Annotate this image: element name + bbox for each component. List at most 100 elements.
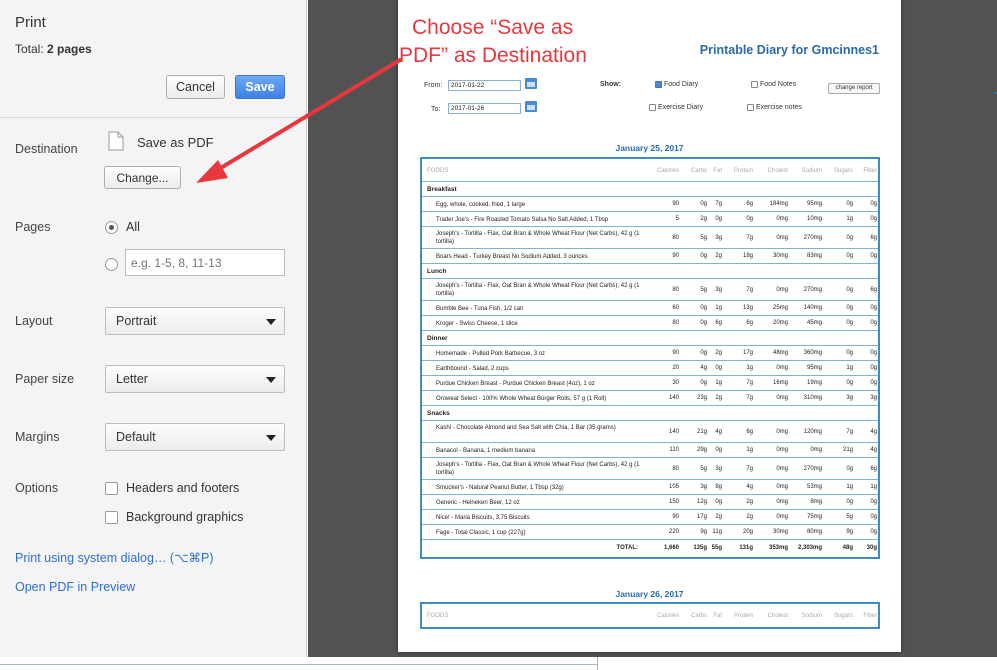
change-report-button[interactable]: change report — [828, 83, 880, 94]
system-dialog-link[interactable]: Print using system dialog… (⌥⌘P) — [15, 550, 214, 565]
nutrient-value: 9g — [700, 529, 707, 535]
pages-all-label: All — [126, 220, 140, 234]
day-heading: January 26, 2017 — [615, 589, 684, 599]
paper-size-label: Paper size — [15, 372, 75, 386]
paper-size-select[interactable]: Letter — [105, 365, 285, 393]
meal-name: Dinner — [427, 335, 448, 342]
nutrient-value: 4g — [715, 429, 722, 435]
nutrient-value: 1g — [715, 380, 722, 386]
pages-label: Pages — [15, 220, 51, 234]
food-diary-label: Food Diary — [664, 81, 699, 88]
column-header: Fat — [713, 613, 722, 619]
pages-range-input[interactable] — [125, 249, 285, 276]
nutrient-value: 30mg — [772, 529, 788, 535]
change-destination-button[interactable]: Change... — [104, 166, 181, 189]
nutrient-value: 12g — [696, 499, 707, 505]
food-diary-table: FOODS Calories Carbs Fat Protein Cholest Sodiu… — [420, 602, 880, 629]
nutrient-value: 140 — [668, 429, 679, 435]
exercise-notes-checkbox[interactable] — [747, 104, 754, 111]
nutrient-value: 30 — [672, 380, 679, 386]
column-header: Sodium — [801, 613, 822, 619]
nutrient-value: 20mg — [772, 320, 788, 326]
nutrient-value: 0g — [846, 320, 853, 326]
food-name: Trader Joe's - Fire Roasted Tomato Salsa… — [436, 217, 609, 223]
nutrient-value: 6g — [870, 235, 877, 241]
column-header: Sugars — [833, 613, 853, 619]
save-button[interactable]: Save — [235, 75, 285, 99]
print-settings-panel: Print Total: 2 pages Cancel Save Destina… — [0, 0, 307, 657]
meal-name: Breakfast — [427, 186, 457, 193]
nutrient-value: 5g — [700, 466, 707, 472]
nutrient-value: 80 — [672, 466, 679, 472]
calendar-icon[interactable] — [525, 78, 537, 89]
divider — [597, 657, 598, 670]
margins-label: Margins — [15, 430, 60, 444]
background-graphics-checkbox[interactable] — [105, 511, 118, 524]
exercise-diary-label: Exercise Diary — [658, 104, 704, 111]
options-label: Options — [15, 481, 59, 495]
table-row: Homemade - Pulled Pork Barbecue, 3 oz 90 0… — [422, 346, 878, 361]
exercise-diary-checkbox[interactable] — [649, 104, 656, 111]
column-header: Carbs — [690, 168, 707, 174]
pages-all-radio[interactable] — [105, 221, 118, 234]
food-diary-checkbox[interactable] — [655, 81, 662, 88]
nutrient-value: 3g — [715, 235, 722, 241]
nutrient-value: 270mg — [803, 466, 822, 472]
headers-footers-checkbox[interactable] — [105, 482, 118, 495]
nutrient-value: 2g — [715, 395, 722, 401]
nutrient-value: 360mg — [803, 350, 822, 356]
nutrient-value: 8g — [715, 484, 722, 490]
nutrient-value: 140mg — [803, 305, 822, 311]
food-name: Banacol - Banana, 1 medium banana — [436, 448, 536, 454]
nutrient-value: 0g — [870, 350, 877, 356]
nutrient-value: 0g — [746, 216, 753, 222]
column-header: Cholest — [767, 613, 788, 619]
show-label: Show: — [600, 81, 621, 88]
cancel-button[interactable]: Cancel — [166, 75, 225, 99]
nutrient-value: 3g — [846, 395, 853, 401]
nutrient-value: 83mg — [806, 253, 822, 259]
nutrient-value: 7g — [746, 287, 753, 293]
column-header: Cholest — [767, 168, 788, 174]
nutrient-value: 7g — [746, 466, 753, 472]
column-header: Protein — [733, 168, 753, 174]
nutrient-value: 0g — [846, 466, 853, 472]
nutrient-value: 95mg — [806, 201, 822, 207]
table-row: Kroger - Swiss Cheese, 1 slice 80 0g 6g 6g 20… — [422, 316, 878, 331]
total-value: 2,303mg — [797, 545, 822, 551]
layout-value: Portrait — [116, 314, 157, 328]
to-date-field[interactable]: 2017-01-26 — [448, 103, 521, 114]
meal-section-row: Breakfast — [422, 182, 878, 197]
nutrient-value: 18g — [742, 253, 753, 259]
nutrient-value: 30mg — [772, 253, 788, 259]
margins-select[interactable]: Default — [105, 423, 285, 451]
nutrient-value: 1g — [846, 216, 853, 222]
food-name: Earthbound - Salad, 2 cups — [436, 366, 509, 372]
nutrient-value: 0g — [846, 253, 853, 259]
calendar-icon[interactable] — [525, 101, 537, 112]
food-notes-checkbox[interactable] — [751, 81, 758, 88]
nutrient-value: 25mg — [772, 305, 788, 311]
nutrient-value: 0g — [700, 201, 707, 207]
nutrient-value: 6g — [715, 320, 722, 326]
table-row: Boars Head - Turkey Breast No Sodium Add… — [422, 249, 878, 264]
nutrient-value: 0mg — [776, 365, 788, 371]
nutrient-value: 105 — [668, 484, 679, 490]
from-date-field[interactable]: 2017-01-22 — [448, 80, 521, 91]
nutrient-value: 0g — [846, 287, 853, 293]
table-row: Nice! - Maria Biscuits, 3.75 Biscuits 90 1… — [422, 510, 878, 525]
meal-section-row: Lunch — [422, 264, 878, 279]
nutrient-value: 10mg — [806, 216, 822, 222]
annotation-line-2: PDF” as Destination — [399, 44, 587, 67]
nutrient-value: 90 — [672, 514, 679, 520]
pages-custom-radio[interactable] — [105, 258, 118, 271]
page-count: Total: 2 pages — [15, 42, 92, 56]
open-pdf-preview-link[interactable]: Open PDF in Preview — [15, 580, 135, 594]
nutrient-value: 2g — [715, 253, 722, 259]
nutrient-value: 0mg — [776, 514, 788, 520]
nutrient-value: 0g — [700, 305, 707, 311]
nutrient-value: 0g — [870, 201, 877, 207]
layout-select[interactable]: Portrait — [105, 307, 285, 335]
table-row: Smucker's - Natural Peanut Butter, 1 Tbs… — [422, 480, 878, 495]
nutrient-value: 0mg — [810, 447, 822, 453]
